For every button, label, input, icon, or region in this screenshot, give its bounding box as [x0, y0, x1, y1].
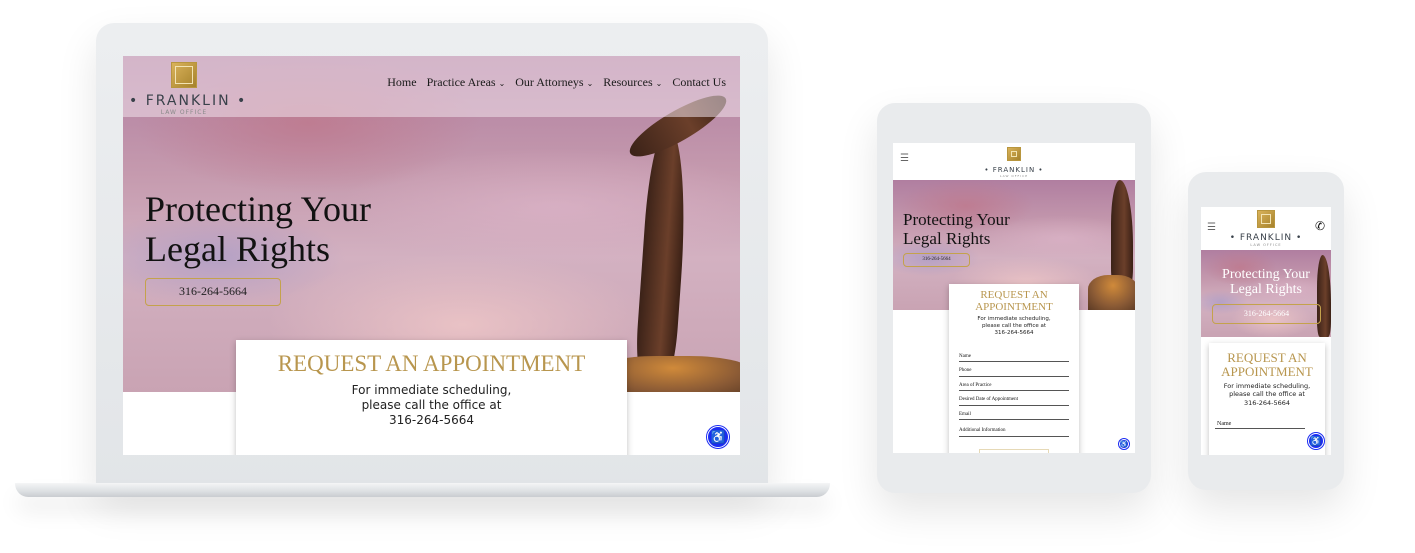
logo-mark-icon	[171, 62, 197, 88]
nav-contact-us[interactable]: Contact Us	[672, 75, 726, 90]
phone-icon[interactable]: ✆	[1315, 219, 1325, 233]
submit-button[interactable]: SUBMIT	[979, 449, 1049, 453]
logo[interactable]: • FRANKLIN • LAW OFFICE	[964, 147, 1064, 178]
nav-home[interactable]: Home	[387, 75, 416, 90]
chevron-down-icon: ⌄	[655, 79, 663, 88]
phone-screen: ☰ • FRANKLIN • LAW OFFICE ✆ Protecting Y…	[1201, 207, 1331, 455]
hero-phone-button[interactable]: 316-264-5664	[145, 278, 281, 306]
appointment-card: REQUEST AN APPOINTMENT For immediate sch…	[236, 340, 627, 455]
appointment-form: Name Phone Area of Practice Desired Date…	[959, 348, 1069, 438]
navbar: • FRANKLIN • LAW OFFICE Home Practice Ar…	[123, 56, 740, 117]
area-of-practice-field[interactable]: Area of Practice	[959, 377, 1069, 392]
hero-phone-button[interactable]: 316-264-5664	[1212, 304, 1321, 324]
tablet-screen: ☰ • FRANKLIN • LAW OFFICE Protecting You…	[893, 143, 1135, 453]
nav-resources[interactable]: Resources ⌄	[603, 75, 662, 90]
chevron-down-icon: ⌄	[498, 79, 506, 88]
accessibility-icon: ♿	[1310, 435, 1322, 446]
main-nav: Home Practice Areas ⌄ Our Attorneys ⌄ Reso…	[387, 75, 726, 90]
laptop-screen: • FRANKLIN • LAW OFFICE Home Practice Ar…	[123, 56, 740, 455]
logo-subtitle: LAW OFFICE	[160, 109, 208, 116]
desired-date-field[interactable]: Desired Date of Appointment	[959, 391, 1069, 406]
hero-title: Protecting Your Legal Rights	[1222, 267, 1310, 298]
logo-mark-icon	[1257, 210, 1275, 228]
hero-title: Protecting Your Legal Rights	[145, 189, 372, 270]
hero-phone-button[interactable]: 316-264-5664	[903, 253, 970, 267]
accessibility-button[interactable]: ♿	[1119, 439, 1129, 449]
statue-image	[634, 124, 692, 378]
accessibility-icon: ♿	[710, 430, 726, 444]
accessibility-button[interactable]: ♿	[1308, 433, 1324, 449]
menu-icon[interactable]: ☰	[1207, 222, 1216, 233]
name-field[interactable]: Name	[1215, 421, 1305, 429]
appointment-text: For immediate scheduling, please call th…	[351, 383, 512, 428]
menu-icon[interactable]: ☰	[900, 153, 909, 164]
logo[interactable]: • FRANKLIN • LAW OFFICE	[129, 62, 248, 116]
logo-name: • FRANKLIN •	[129, 93, 248, 109]
phone-field[interactable]: Phone	[959, 362, 1069, 377]
appointment-title: REQUEST AN APPOINTMENT	[277, 351, 586, 376]
tablet-mockup: ☰ • FRANKLIN • LAW OFFICE Protecting You…	[877, 103, 1151, 493]
nav-practice-areas[interactable]: Practice Areas ⌄	[427, 75, 506, 90]
logo-mark-icon	[1007, 147, 1021, 161]
phone-mockup: ☰ • FRANKLIN • LAW OFFICE ✆ Protecting Y…	[1188, 172, 1344, 490]
accessibility-button[interactable]: ♿	[707, 426, 729, 448]
hero-title: Protecting Your Legal Rights	[903, 210, 1010, 249]
nav-our-attorneys[interactable]: Our Attorneys ⌄	[515, 75, 593, 90]
email-field[interactable]: Email	[959, 406, 1069, 421]
logo[interactable]: • FRANKLIN • LAW OFFICE	[1226, 210, 1306, 247]
laptop-mockup: • FRANKLIN • LAW OFFICE Home Practice Ar…	[96, 23, 768, 488]
appointment-card: REQUEST AN APPOINTMENT For immediate sch…	[949, 284, 1079, 453]
additional-information-field[interactable]: Additional Information	[959, 420, 1069, 438]
chevron-down-icon: ⌄	[586, 79, 594, 88]
name-field[interactable]: Name	[959, 348, 1069, 363]
accessibility-icon: ♿	[1120, 441, 1128, 448]
laptop-base	[15, 483, 830, 497]
